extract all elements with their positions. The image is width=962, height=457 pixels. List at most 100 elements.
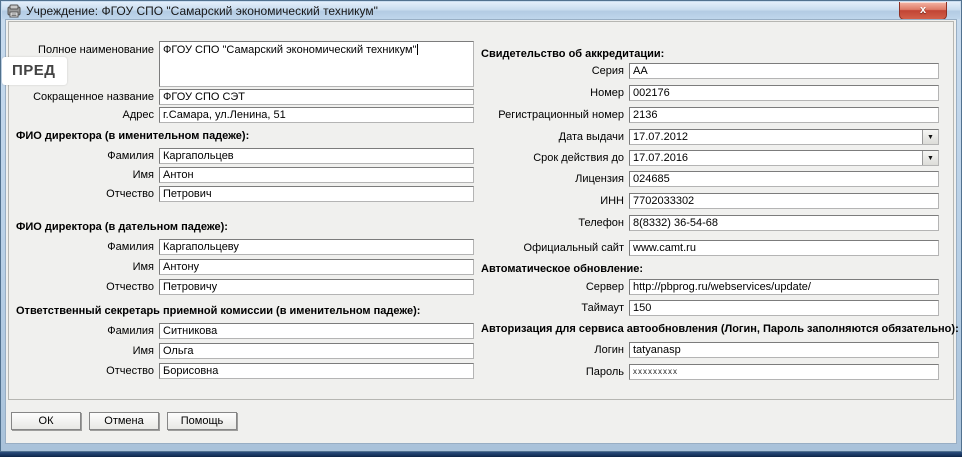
secretary-patronymic-row: Отчество [10, 363, 474, 379]
dir-nom-patronymic-row: Отчество [10, 186, 474, 202]
secretary-name-row: Имя [10, 343, 474, 359]
phone-row: Телефон [479, 215, 939, 231]
app-icon [7, 4, 21, 18]
license-row: Лицензия [479, 171, 939, 187]
inn-row: ИНН [479, 193, 939, 209]
button-bar: ОК Отмена Помощь [11, 412, 237, 430]
right-column: Свидетельство об аккредитации: Серия Ном… [479, 22, 941, 380]
screenshot-root: Учреждение: ФГОУ СПО "Самарский экономич… [0, 0, 962, 457]
server-label: Сервер [479, 281, 629, 293]
dir-dat-surname-input[interactable] [159, 239, 474, 255]
secretary-surname-row: Фамилия [10, 323, 474, 339]
number-input[interactable] [629, 85, 939, 101]
cancel-button[interactable]: Отмена [89, 412, 159, 430]
dir-nom-surname-input[interactable] [159, 148, 474, 164]
website-input[interactable] [629, 240, 939, 256]
dir-dat-surname-row: Фамилия [10, 239, 474, 255]
issue-date-value: 17.07.2012 [633, 131, 688, 143]
number-row: Номер [479, 85, 939, 101]
full-name-row: Полное наименование ФГОУ СПО "Самарский … [10, 41, 474, 87]
license-input[interactable] [629, 171, 939, 187]
help-button[interactable]: Помощь [167, 412, 237, 430]
dir-nom-surname-row: Фамилия [10, 148, 474, 164]
text-caret [417, 44, 418, 55]
license-label: Лицензия [479, 173, 629, 185]
password-label: Пароль [479, 366, 629, 378]
valid-until-row: Срок действия до 17.07.2016 ▼ [479, 150, 939, 166]
issue-date-row: Дата выдачи 17.07.2012 ▼ [479, 129, 939, 145]
form-panel: Полное наименование ФГОУ СПО "Самарский … [8, 21, 954, 400]
login-row: Логин [479, 342, 939, 358]
full-name-value: ФГОУ СПО "Самарский экономический техник… [163, 44, 416, 56]
issue-date-label: Дата выдачи [479, 131, 629, 143]
website-row: Официальный сайт [479, 240, 939, 256]
secretary-patronymic-input[interactable] [159, 363, 474, 379]
auto-update-header: Автоматическое обновление: [479, 263, 941, 276]
valid-until-dropdown-button[interactable]: ▼ [922, 151, 938, 165]
server-input[interactable] [629, 279, 939, 295]
director-dative-header: ФИО директора (в дательном падеже): [10, 221, 478, 234]
timeout-row: Таймаут [479, 300, 939, 316]
dir-nom-patronymic-label: Отчество [10, 188, 159, 200]
secretary-header: Ответственный секретарь приемной комисси… [10, 305, 478, 318]
secretary-surname-label: Фамилия [10, 325, 159, 337]
issue-date-combobox[interactable]: 17.07.2012 ▼ [629, 129, 939, 145]
close-icon: x [920, 5, 926, 16]
secretary-surname-input[interactable] [159, 323, 474, 339]
reg-number-input[interactable] [629, 107, 939, 123]
short-name-label: Сокращенное название [10, 91, 159, 103]
full-name-label: Полное наименование [10, 41, 159, 56]
secretary-name-input[interactable] [159, 343, 474, 359]
issue-date-dropdown-button[interactable]: ▼ [922, 130, 938, 144]
director-nominative-header: ФИО директора (в именительном падеже): [10, 130, 478, 143]
valid-until-value: 17.07.2016 [633, 152, 688, 164]
address-row: Адрес [10, 107, 474, 123]
dir-nom-name-input[interactable] [159, 167, 474, 183]
series-row: Серия [479, 63, 939, 79]
inn-label: ИНН [479, 195, 629, 207]
close-button[interactable]: x [899, 2, 947, 20]
dir-dat-surname-label: Фамилия [10, 241, 159, 253]
window-title: Учреждение: ФГОУ СПО "Самарский экономич… [26, 4, 378, 18]
valid-until-label: Срок действия до [479, 152, 629, 164]
server-row: Сервер [479, 279, 939, 295]
dir-dat-name-row: Имя [10, 259, 474, 275]
password-input[interactable] [629, 364, 939, 380]
ok-button[interactable]: ОК [11, 412, 81, 430]
dir-dat-name-input[interactable] [159, 259, 474, 275]
chevron-down-icon: ▼ [927, 134, 934, 141]
series-label: Серия [479, 65, 629, 77]
dialog-content: Полное наименование ФГОУ СПО "Самарский … [5, 19, 957, 444]
short-name-input[interactable] [159, 89, 474, 105]
authorization-header: Авторизация для сервиса автообновления (… [479, 323, 941, 336]
dir-dat-patronymic-input[interactable] [159, 279, 474, 295]
timeout-label: Таймаут [479, 302, 629, 314]
dir-nom-patronymic-input[interactable] [159, 186, 474, 202]
dir-dat-patronymic-label: Отчество [10, 281, 159, 293]
pred-overlay: ПРЕД [2, 57, 67, 85]
phone-label: Телефон [479, 217, 629, 229]
short-name-row: Сокращенное название [10, 89, 474, 105]
dialog-window: Учреждение: ФГОУ СПО "Самарский экономич… [0, 0, 962, 452]
accreditation-header: Свидетельство об аккредитации: [479, 48, 941, 61]
taskbar-edge [0, 452, 962, 457]
login-label: Логин [479, 344, 629, 356]
timeout-input[interactable] [629, 300, 939, 316]
dir-nom-name-row: Имя [10, 167, 474, 183]
dir-dat-patronymic-row: Отчество [10, 279, 474, 295]
dir-nom-name-label: Имя [10, 169, 159, 181]
phone-input[interactable] [629, 215, 939, 231]
full-name-textarea[interactable]: ФГОУ СПО "Самарский экономический техник… [159, 41, 474, 87]
inn-input[interactable] [629, 193, 939, 209]
series-input[interactable] [629, 63, 939, 79]
login-input[interactable] [629, 342, 939, 358]
title-bar[interactable]: Учреждение: ФГОУ СПО "Самарский экономич… [2, 2, 960, 19]
secretary-name-label: Имя [10, 345, 159, 357]
website-label: Официальный сайт [479, 242, 629, 254]
reg-number-row: Регистрационный номер [479, 107, 939, 123]
address-input[interactable] [159, 107, 474, 123]
dir-dat-name-label: Имя [10, 261, 159, 273]
valid-until-combobox[interactable]: 17.07.2016 ▼ [629, 150, 939, 166]
number-label: Номер [479, 87, 629, 99]
dir-nom-surname-label: Фамилия [10, 150, 159, 162]
